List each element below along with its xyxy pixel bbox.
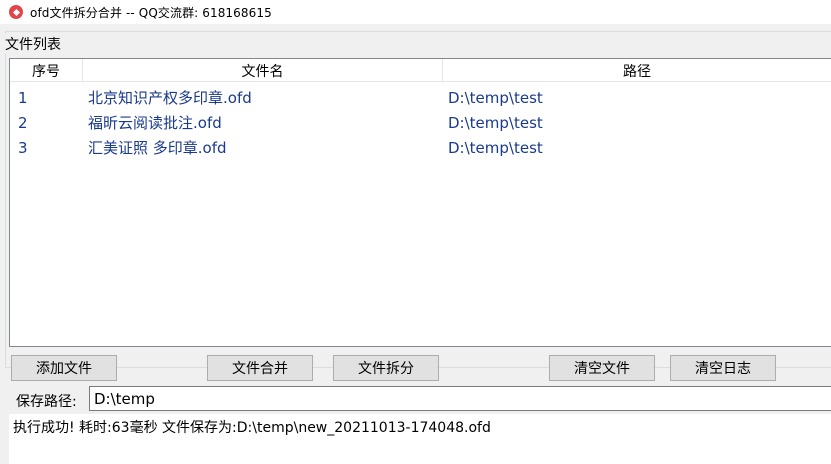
log-text: 执行成功! 耗时:63毫秒 文件保存为:D:\temp\new_20211013…	[13, 420, 491, 436]
merge-files-button[interactable]: 文件合并	[207, 355, 313, 381]
clear-log-button[interactable]: 清空日志	[670, 355, 776, 381]
main-window: 文件列表 序号 文件名 路径 1 北京知识产权多印章.ofd D:\temp\t…	[0, 24, 831, 464]
table-row[interactable]: 2 福昕云阅读批注.ofd D:\temp\test	[10, 110, 831, 135]
row-index: 2	[18, 113, 28, 132]
list-rows: 1 北京知识产权多印章.ofd D:\temp\test 2 福昕云阅读批注.o…	[10, 85, 831, 160]
row-filename: 汇美证照 多印章.ofd	[88, 139, 227, 157]
column-header-filename[interactable]: 文件名	[83, 59, 443, 82]
row-filename: 北京知识产权多印章.ofd	[88, 89, 252, 107]
list-header: 序号 文件名 路径	[10, 59, 831, 82]
title-bar: ofd文件拆分合并 -- QQ交流群: 618168615	[0, 0, 831, 24]
row-path: D:\temp\test	[448, 138, 543, 157]
table-row[interactable]: 1 北京知识产权多印章.ofd D:\temp\test	[10, 85, 831, 110]
row-path: D:\temp\test	[448, 88, 543, 107]
column-header-path[interactable]: 路径	[443, 59, 831, 82]
window-title: ofd文件拆分合并 -- QQ交流群: 618168615	[30, 5, 272, 20]
add-file-button[interactable]: 添加文件	[11, 355, 117, 381]
split-file-button[interactable]: 文件拆分	[333, 355, 439, 381]
row-filename: 福昕云阅读批注.ofd	[88, 114, 222, 132]
app-icon	[9, 5, 23, 19]
log-output[interactable]: 执行成功! 耗时:63毫秒 文件保存为:D:\temp\new_20211013…	[9, 414, 831, 464]
row-index: 1	[18, 88, 28, 107]
row-path: D:\temp\test	[448, 113, 543, 132]
row-index: 3	[18, 138, 28, 157]
save-path-input[interactable]: D:\temp	[89, 386, 831, 411]
save-path-label: 保存路径:	[16, 394, 77, 410]
table-row[interactable]: 3 汇美证照 多印章.ofd D:\temp\test	[10, 135, 831, 160]
file-list-view[interactable]: 序号 文件名 路径 1 北京知识产权多印章.ofd D:\temp\test 2…	[9, 58, 831, 347]
clear-files-button[interactable]: 清空文件	[549, 355, 655, 381]
file-list-group-label: 文件列表	[4, 34, 62, 54]
column-header-index[interactable]: 序号	[10, 59, 83, 82]
